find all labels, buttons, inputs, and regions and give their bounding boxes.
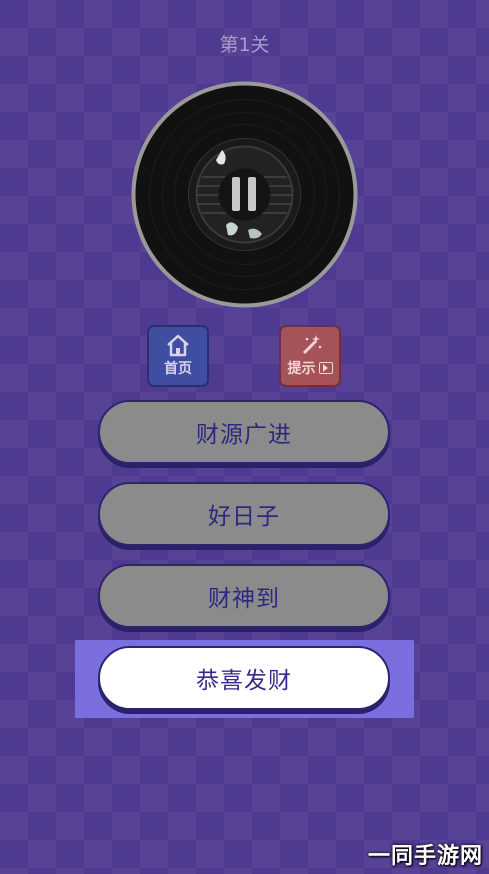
option-button-3[interactable]: 财神到 [98, 564, 390, 628]
home-button[interactable]: 首页 [147, 325, 209, 387]
option-label: 好日子 [208, 504, 280, 530]
video-icon [318, 362, 333, 374]
option-button-1[interactable]: 财源广进 [98, 400, 390, 464]
option-button-2[interactable]: 好日子 [98, 482, 390, 546]
level-title: 第1关 [219, 34, 270, 56]
watermark-text: 一同手游网 [367, 844, 483, 869]
option-label: 财源广进 [196, 422, 292, 448]
hint-button[interactable]: 提示 [279, 325, 341, 387]
option-button-4[interactable]: 恭喜发财 [98, 646, 390, 710]
magic-wand-icon [302, 335, 322, 355]
watermark: 一同手游网 [368, 838, 483, 870]
vinyl-record[interactable] [130, 80, 359, 309]
option-label: 恭喜发财 [196, 668, 292, 694]
home-icon [167, 334, 189, 357]
pause-icon[interactable] [230, 177, 260, 213]
hint-button-label: 提示 [287, 361, 316, 377]
option-label: 财神到 [208, 586, 280, 612]
home-button-label: 首页 [164, 361, 192, 377]
